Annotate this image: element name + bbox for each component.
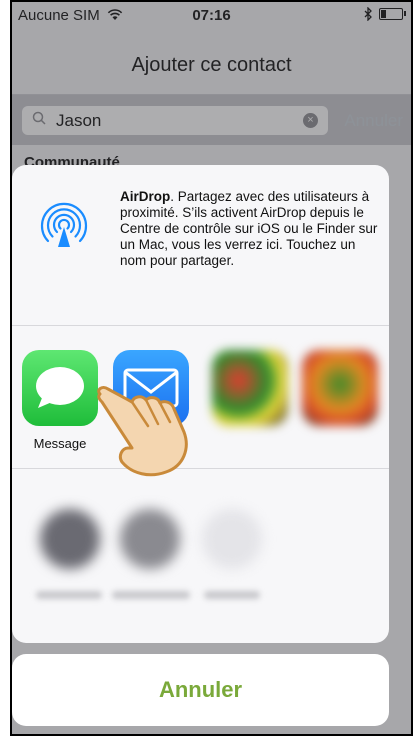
share-app-label: Message	[33, 436, 87, 451]
blurred-app-icon	[212, 350, 288, 426]
blurred-action-label	[112, 591, 190, 599]
blurred-app-icon	[302, 350, 378, 426]
blurred-action-label	[36, 591, 102, 599]
share-actions-row	[12, 469, 389, 643]
tap-hand-icon	[97, 386, 188, 477]
blurred-action-label	[204, 591, 260, 599]
share-app-messages[interactable]: Message	[22, 350, 98, 451]
airdrop-description: AirDrop. Partagez avec des utilisateurs …	[120, 189, 382, 269]
blurred-action-icon[interactable]	[120, 509, 180, 569]
cancel-button[interactable]: Annuler	[12, 654, 389, 726]
airdrop-title: AirDrop	[120, 189, 171, 204]
blurred-action-icon[interactable]	[40, 509, 100, 569]
blurred-action-icon[interactable]	[202, 509, 262, 569]
share-app-blurred-1[interactable]	[212, 350, 288, 426]
messages-icon	[22, 350, 98, 426]
airdrop-section[interactable]: AirDrop. Partagez avec des utilisateurs …	[12, 165, 389, 326]
airdrop-icon	[40, 202, 88, 247]
share-app-blurred-2[interactable]	[302, 350, 378, 426]
